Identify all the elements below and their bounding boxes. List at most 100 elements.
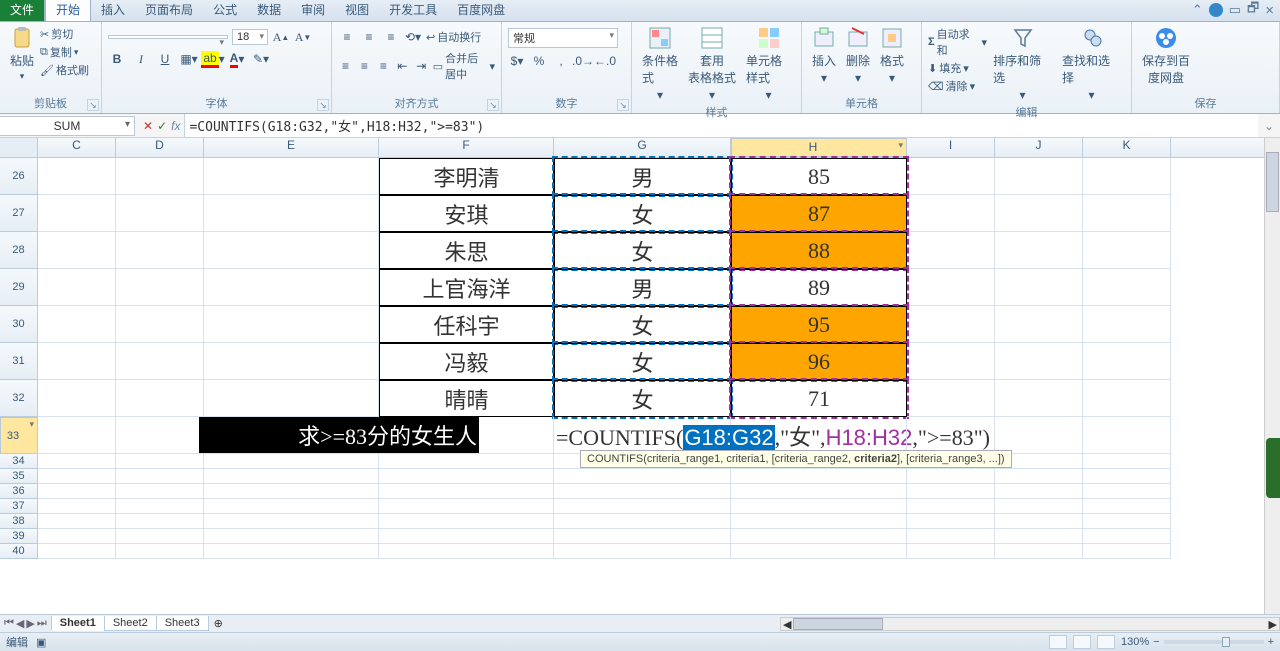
cell[interactable]: 88	[731, 232, 907, 269]
column-header[interactable]: E	[204, 138, 379, 157]
row-header[interactable]: 34	[0, 454, 38, 469]
cell[interactable]	[38, 269, 116, 306]
cell[interactable]	[907, 417, 995, 454]
align-center-icon[interactable]: ≡	[357, 57, 372, 75]
font-color-button[interactable]: A▾	[228, 50, 246, 68]
number-launcher[interactable]: ↘	[617, 99, 629, 111]
cell[interactable]	[907, 232, 995, 269]
tab-view[interactable]: 视图	[335, 0, 379, 21]
cell[interactable]	[38, 544, 116, 559]
cell[interactable]	[379, 417, 554, 454]
cell[interactable]: 任科宇	[379, 306, 554, 343]
cell[interactable]: 89	[731, 269, 907, 306]
cell[interactable]	[554, 484, 731, 499]
merge-center-button[interactable]: ▭合并后居中▾	[433, 50, 495, 82]
align-left-icon[interactable]: ≡	[338, 57, 353, 75]
cell[interactable]	[38, 529, 116, 544]
cell[interactable]: 求>=83分的女生人	[204, 417, 379, 454]
sort-filter-button[interactable]: 排序和筛选▾	[989, 24, 1056, 104]
cell[interactable]	[38, 380, 116, 417]
font-launcher[interactable]: ↘	[317, 99, 329, 111]
cell[interactable]	[379, 484, 554, 499]
cell[interactable]	[116, 269, 204, 306]
cell[interactable]	[907, 499, 995, 514]
row-header[interactable]: 38	[0, 514, 38, 529]
wrap-text-button[interactable]: ↩自动换行	[426, 29, 481, 45]
cell[interactable]	[116, 343, 204, 380]
column-header[interactable]: F	[379, 138, 554, 157]
cell[interactable]	[1083, 343, 1171, 380]
cell[interactable]	[907, 544, 995, 559]
cell[interactable]	[554, 529, 731, 544]
zoom-out-icon[interactable]: −	[1153, 636, 1159, 648]
new-sheet-icon[interactable]: ⊕	[208, 617, 229, 630]
cell[interactable]	[554, 499, 731, 514]
inc-decimal-icon[interactable]: .0→	[574, 52, 592, 70]
tab-formulas[interactable]: 公式	[203, 0, 247, 21]
cell[interactable]: 女	[554, 380, 731, 417]
cell[interactable]: 朱思	[379, 232, 554, 269]
ribbon-caret-icon[interactable]: ⌃	[1192, 2, 1203, 18]
cell[interactable]	[204, 469, 379, 484]
align-launcher[interactable]: ↘	[487, 99, 499, 111]
horizontal-scrollbar[interactable]: ◀▶	[780, 617, 1280, 631]
cell[interactable]	[1083, 499, 1171, 514]
cell[interactable]: 安琪	[379, 195, 554, 232]
cell[interactable]	[379, 514, 554, 529]
sheet-tab[interactable]: Sheet3	[156, 616, 209, 631]
cell[interactable]	[995, 417, 1083, 454]
cell[interactable]	[38, 469, 116, 484]
cell[interactable]	[116, 195, 204, 232]
cell[interactable]	[995, 380, 1083, 417]
cell[interactable]: 女	[554, 343, 731, 380]
cell[interactable]	[907, 343, 995, 380]
cell[interactable]	[204, 499, 379, 514]
cancel-formula-icon[interactable]: ✕	[143, 119, 153, 133]
cell[interactable]	[907, 514, 995, 529]
column-header[interactable]: D	[116, 138, 204, 157]
autosum-button[interactable]: Σ自动求和▾	[928, 26, 987, 58]
column-header[interactable]: C	[38, 138, 116, 157]
cell-styles-button[interactable]: 单元格样式▾	[742, 24, 795, 104]
align-top-icon[interactable]: ≡	[338, 28, 356, 46]
view-normal-icon[interactable]	[1049, 635, 1067, 649]
cell[interactable]	[116, 469, 204, 484]
cell[interactable]	[995, 529, 1083, 544]
cell[interactable]	[204, 529, 379, 544]
dec-decimal-icon[interactable]: ←.0	[596, 52, 614, 70]
name-box[interactable]: SUM	[0, 116, 135, 136]
cell[interactable]	[116, 380, 204, 417]
row-header[interactable]: 39	[0, 529, 38, 544]
comma-icon[interactable]: ,	[552, 52, 570, 70]
cell[interactable]: =COUNTIFS(G18:G32,"女",H18:H32,">=83")	[554, 417, 731, 454]
view-page-layout-icon[interactable]	[1073, 635, 1091, 649]
cell[interactable]: 女	[554, 306, 731, 343]
border-button[interactable]: ▦▾	[180, 50, 198, 68]
clear-button[interactable]: ⌫清除▾	[928, 78, 987, 94]
row-header[interactable]: 28	[0, 232, 38, 269]
cell[interactable]	[38, 454, 116, 469]
cell[interactable]: 95	[731, 306, 907, 343]
minimize-icon[interactable]: ▭	[1229, 2, 1241, 18]
cell[interactable]	[204, 232, 379, 269]
row-header[interactable]: 36	[0, 484, 38, 499]
table-format-button[interactable]: 套用 表格格式▾	[684, 24, 740, 104]
sheet-nav-prev-icon[interactable]: ◀	[16, 617, 24, 630]
cell[interactable]	[38, 417, 116, 454]
tab-developer[interactable]: 开发工具	[379, 0, 447, 21]
cell[interactable]	[1083, 484, 1171, 499]
row-header[interactable]: 26	[0, 158, 38, 195]
cut-button[interactable]: ✂剪切	[40, 26, 89, 42]
cell[interactable]	[1083, 454, 1171, 469]
help-icon[interactable]: ?	[1209, 3, 1223, 17]
cell[interactable]	[116, 499, 204, 514]
format-cells-button[interactable]: 格式▾	[876, 24, 908, 87]
cell[interactable]	[38, 195, 116, 232]
cell[interactable]	[379, 454, 554, 469]
cell[interactable]	[38, 499, 116, 514]
copy-button[interactable]: ⧉复制▾	[40, 44, 89, 60]
cell[interactable]	[554, 514, 731, 529]
cell[interactable]: 晴晴	[379, 380, 554, 417]
cell[interactable]	[731, 544, 907, 559]
cell[interactable]	[995, 514, 1083, 529]
